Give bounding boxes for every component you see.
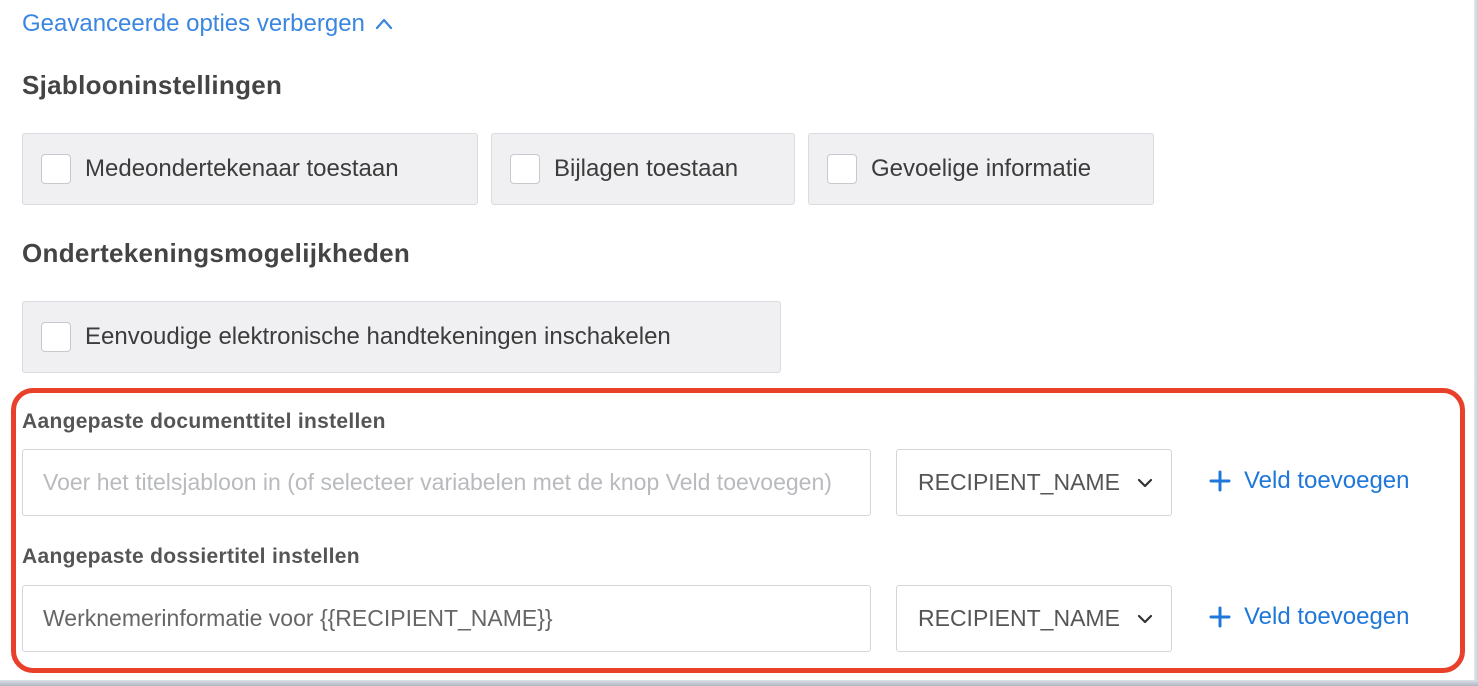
chevron-down-icon: [1137, 478, 1153, 487]
chevron-up-icon: [375, 18, 392, 30]
add-field-label: Veld toevoegen: [1244, 603, 1410, 630]
add-field-label: Veld toevoegen: [1244, 467, 1410, 494]
folder-title-add-field-button[interactable]: Veld toevoegen: [1208, 603, 1409, 631]
folder-title-template-input[interactable]: [22, 585, 871, 652]
plus-icon: [1209, 606, 1231, 628]
simple-esignature-label: Eenvoudige elektronische handtekeningen …: [85, 323, 671, 350]
window-edge-bottom: [0, 680, 1478, 686]
document-title-variable-select[interactable]: RECIPIENT_NAME: [896, 449, 1172, 516]
plus-icon: [1209, 470, 1231, 492]
sensitive-info-checkbox[interactable]: Gevoelige informatie: [808, 133, 1154, 205]
window-edge-right: [1474, 0, 1478, 686]
checkbox-square[interactable]: [510, 154, 540, 184]
folder-title-variable-select[interactable]: RECIPIENT_NAME: [896, 585, 1172, 652]
hide-advanced-options-label: Geavanceerde opties verbergen: [22, 10, 365, 37]
allow-cosigner-label: Medeondertekenaar toestaan: [85, 155, 399, 182]
checkbox-square[interactable]: [41, 322, 71, 352]
hide-advanced-options-link[interactable]: Geavanceerde opties verbergen: [22, 10, 395, 38]
chevron-down-icon: [1137, 614, 1153, 623]
document-title-add-field-button[interactable]: Veld toevoegen: [1208, 467, 1409, 495]
allow-cosigner-checkbox[interactable]: Medeondertekenaar toestaan: [22, 133, 478, 205]
custom-document-title-label: Aangepaste documenttitel instellen: [22, 410, 386, 433]
sensitive-info-label: Gevoelige informatie: [871, 155, 1092, 182]
simple-esignature-checkbox[interactable]: Eenvoudige elektronische handtekeningen …: [22, 301, 781, 373]
document-title-variable-value: RECIPIENT_NAME: [918, 469, 1120, 495]
document-title-template-input[interactable]: [22, 449, 871, 516]
custom-folder-title-label: Aangepaste dossiertitel instellen: [22, 545, 360, 568]
allow-attachments-label: Bijlagen toestaan: [554, 155, 739, 182]
template-settings-heading: Sjablooninstellingen: [22, 70, 283, 100]
folder-title-variable-value: RECIPIENT_NAME: [918, 605, 1120, 631]
signing-options-heading: Ondertekeningsmogelijkheden: [22, 238, 411, 268]
checkbox-square[interactable]: [41, 154, 71, 184]
checkbox-square[interactable]: [827, 154, 857, 184]
allow-attachments-checkbox[interactable]: Bijlagen toestaan: [491, 133, 795, 205]
